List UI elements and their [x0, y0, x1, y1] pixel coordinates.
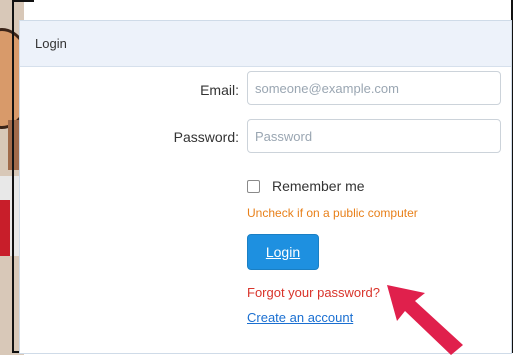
remember-hint: Uncheck if on a public computer	[247, 206, 418, 220]
create-account-link[interactable]: Create an account	[247, 310, 353, 325]
password-label: Password:	[173, 129, 239, 145]
pointer-arrow-icon	[387, 285, 463, 355]
email-field[interactable]	[247, 71, 501, 105]
remember-me-control[interactable]: Remember me	[247, 178, 365, 194]
remember-me-label[interactable]: Remember me	[272, 178, 365, 194]
panel-title: Login	[35, 36, 67, 51]
remember-me-checkbox[interactable]	[247, 179, 260, 193]
page-frame-top	[12, 0, 34, 14]
panel-heading: Login	[20, 21, 511, 67]
email-label: Email:	[200, 82, 239, 98]
password-field[interactable]	[247, 119, 501, 153]
login-button[interactable]: Login	[247, 234, 319, 270]
forgot-password-link[interactable]: Forgot your password?	[247, 285, 380, 300]
